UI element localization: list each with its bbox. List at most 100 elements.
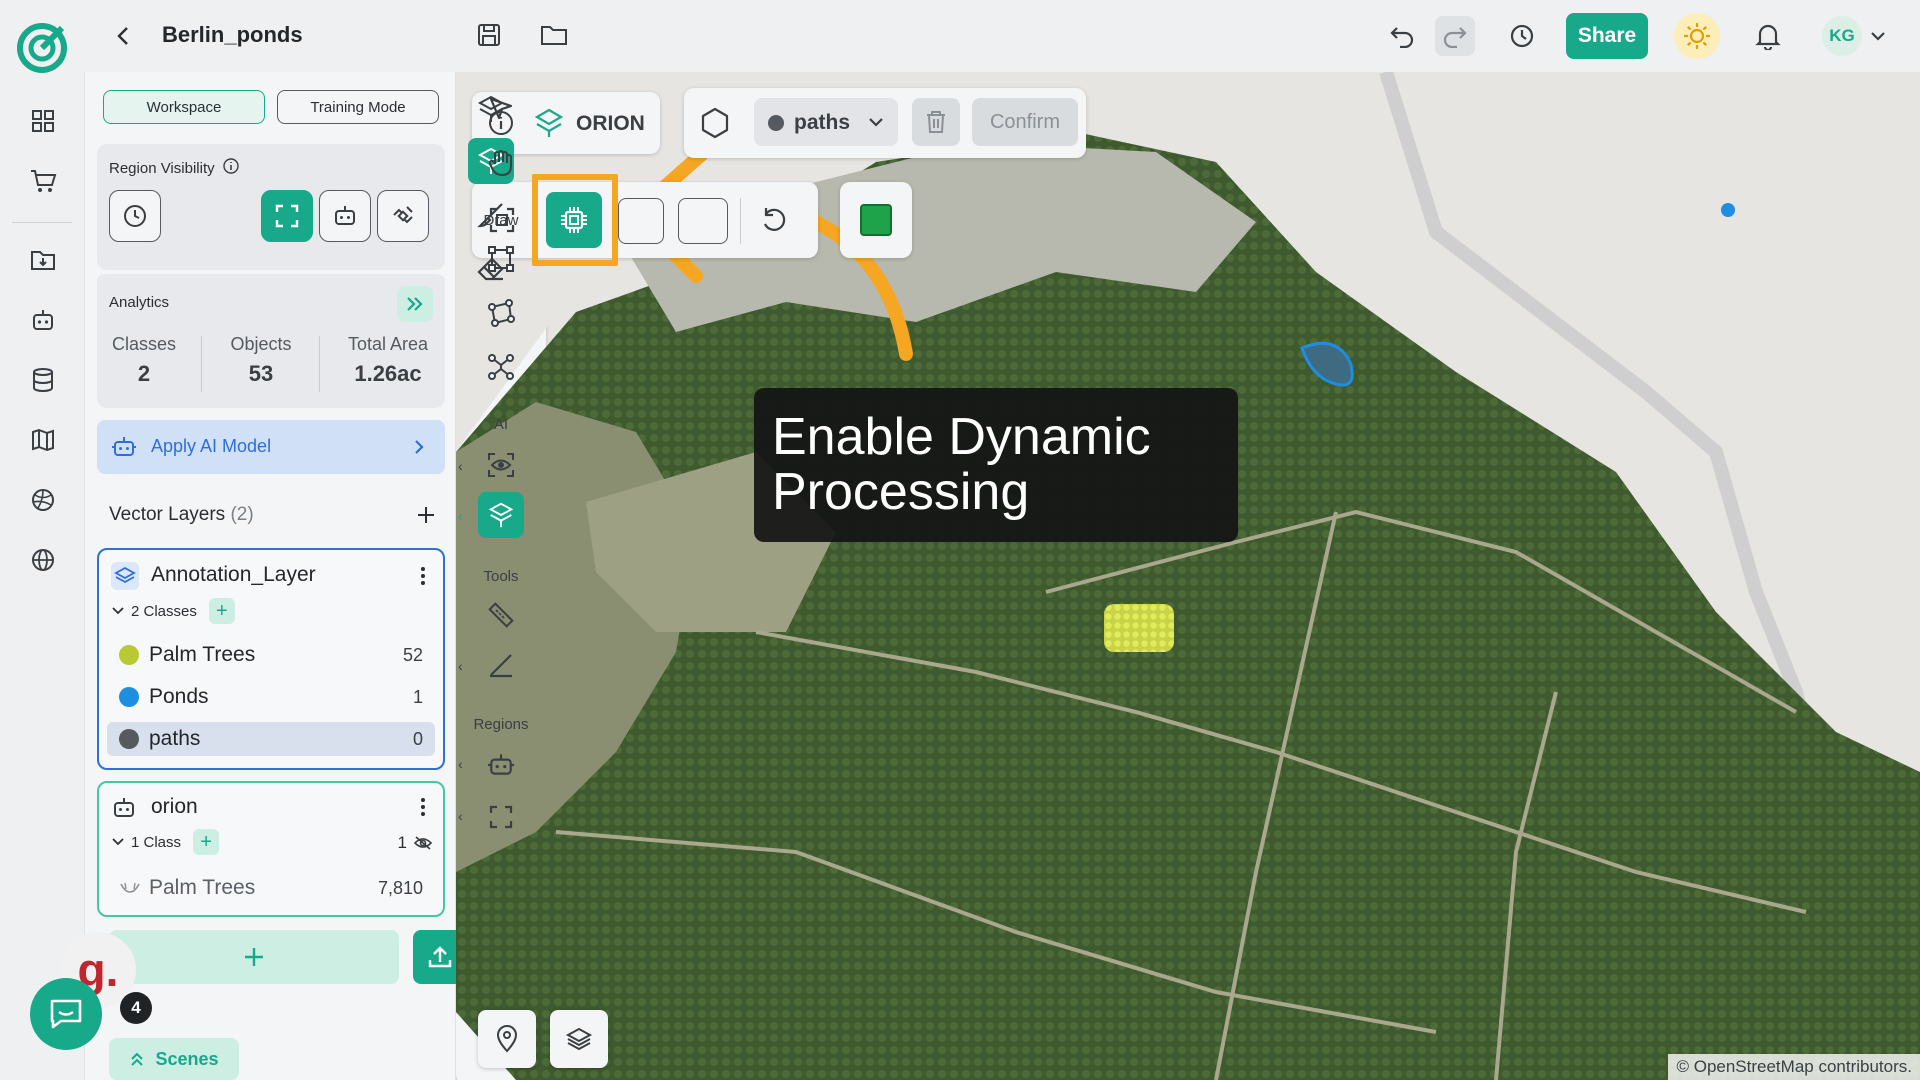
dynamic-processing-button[interactable]: [546, 192, 602, 248]
tutorial-tooltip: Enable Dynamic Processing: [754, 388, 1238, 542]
hidden-count[interactable]: 1: [398, 833, 433, 853]
tools-section-label: Tools: [483, 568, 519, 585]
globe-icon[interactable]: [26, 543, 60, 577]
history-icon[interactable]: [1502, 16, 1542, 56]
ruler-icon[interactable]: [478, 592, 524, 638]
training-mode-button[interactable]: Training Mode: [277, 90, 439, 124]
chevron-left-icon[interactable]: ‹: [458, 458, 463, 474]
ball-icon[interactable]: [26, 483, 60, 517]
scenes-label: Scenes: [155, 1048, 219, 1069]
class-row[interactable]: Palm Trees 7,810: [107, 871, 435, 905]
chevron-down-icon[interactable]: [1868, 26, 1888, 46]
location-pin-button[interactable]: [478, 1010, 536, 1068]
region-robot-icon[interactable]: [478, 742, 524, 788]
class-color-dot: [119, 645, 139, 665]
share-button[interactable]: Share: [1566, 13, 1648, 59]
redo-icon[interactable]: [1435, 16, 1475, 56]
ai-model-active-icon[interactable]: [478, 492, 524, 538]
stat-divider: [201, 336, 202, 392]
delete-button[interactable]: [912, 98, 960, 146]
more-vertical-icon[interactable]: [411, 564, 435, 588]
polygon-icon[interactable]: [698, 106, 732, 145]
chat-launcher-button[interactable]: [30, 978, 102, 1050]
hidden-count-value: 1: [397, 833, 407, 852]
rectangle-tool-icon[interactable]: [478, 236, 524, 282]
box-select-button[interactable]: [618, 198, 664, 244]
add-class-button[interactable]: +: [193, 829, 220, 855]
stat-value: 53: [248, 361, 274, 386]
map-attribution[interactable]: © OpenStreetMap contributors.: [1668, 1054, 1920, 1080]
vector-layers-count: (2): [230, 504, 254, 525]
upload-icon: [428, 946, 452, 968]
folder-icon[interactable]: [535, 16, 573, 54]
vector-tool-icon[interactable]: [478, 344, 524, 390]
region-fullscreen-icon[interactable]: [478, 794, 524, 840]
classes-toggle[interactable]: 2 Classes +: [111, 598, 235, 624]
ai-detect-icon[interactable]: [478, 442, 524, 488]
map-icon[interactable]: [26, 423, 60, 457]
undo-icon[interactable]: [1382, 16, 1422, 56]
color-picker-toolbar: [840, 182, 912, 258]
add-layer-bottom-button[interactable]: [109, 930, 399, 984]
class-count: 52: [402, 644, 423, 665]
classes-toggle[interactable]: 1 Class +: [111, 829, 220, 855]
confirm-button[interactable]: Confirm: [972, 98, 1078, 146]
add-layer-button[interactable]: [409, 498, 443, 532]
sun-icon[interactable]: [1674, 13, 1720, 59]
cart-icon[interactable]: [26, 164, 60, 198]
stat-divider: [319, 336, 320, 392]
robot-region-button[interactable]: [319, 190, 371, 242]
map-canvas[interactable]: ORION paths Confirm Enable Dynamic Proce…: [456, 72, 1920, 1080]
apply-ai-model-button[interactable]: Apply AI Model: [97, 420, 445, 474]
robot-icon[interactable]: [26, 303, 60, 337]
layer-card-annotation[interactable]: Annotation_Layer 2 Classes + Palm Trees …: [97, 548, 445, 770]
bell-icon[interactable]: [1748, 16, 1788, 56]
dashboard-icon[interactable]: [26, 104, 60, 138]
app-logo[interactable]: [16, 22, 68, 74]
database-icon[interactable]: [26, 363, 60, 397]
chevron-left-icon[interactable]: ‹: [458, 756, 463, 772]
class-name: paths: [149, 727, 201, 750]
cursor-icon[interactable]: [478, 86, 524, 132]
info-icon[interactable]: [222, 158, 239, 178]
layer-name[interactable]: Annotation_Layer: [151, 563, 316, 587]
class-row-selected[interactable]: paths 0: [107, 722, 435, 756]
hand-icon[interactable]: [478, 140, 524, 186]
save-icon[interactable]: [470, 16, 508, 54]
class-dropdown[interactable]: paths: [754, 98, 898, 146]
class-row[interactable]: Palm Trees 52: [107, 638, 435, 672]
chevrons-right-icon[interactable]: [397, 286, 433, 322]
chevron-left-icon[interactable]: ‹: [458, 808, 463, 824]
class-color-swatch[interactable]: [860, 204, 892, 236]
chat-icon: [50, 999, 82, 1029]
class-count: 0: [412, 728, 423, 749]
class-count: 7,810: [377, 877, 423, 898]
eye-off-icon: [413, 836, 433, 850]
apply-ai-model-label: Apply AI Model: [151, 436, 272, 456]
chevron-down-icon: [112, 838, 124, 846]
layer-name[interactable]: orion: [151, 795, 198, 819]
chevron-left-icon[interactable]: ‹: [458, 658, 463, 674]
add-class-button[interactable]: +: [208, 598, 235, 624]
classes-count-label: 1 Class: [131, 833, 182, 851]
pen-tool-icon[interactable]: [478, 642, 524, 688]
polygon-tool-icon[interactable]: [478, 290, 524, 336]
rotate-ccw-icon[interactable]: [760, 206, 788, 239]
chevron-right-icon: [413, 438, 425, 461]
more-vertical-icon[interactable]: [411, 795, 435, 819]
user-avatar[interactable]: KG: [1822, 16, 1862, 56]
folder-download-icon[interactable]: [26, 243, 60, 277]
satellite-region-button[interactable]: [377, 190, 429, 242]
fullscreen-region-button[interactable]: [261, 190, 313, 242]
class-selector-toolbar: paths Confirm: [684, 88, 1086, 158]
scenes-button[interactable]: Scenes: [109, 1038, 239, 1080]
timeline-region-button[interactable]: [109, 190, 161, 242]
back-icon[interactable]: [106, 18, 142, 54]
plus-icon: [245, 948, 263, 966]
class-row[interactable]: Ponds 1: [107, 680, 435, 714]
workspace-button[interactable]: Workspace: [103, 90, 265, 124]
layers-button[interactable]: [550, 1010, 608, 1068]
layer-card-orion[interactable]: orion 1 Class + 1 Palm Trees 7,810: [97, 781, 445, 917]
grid-select-button[interactable]: [678, 198, 728, 244]
chevron-left-icon[interactable]: ‹: [458, 508, 463, 524]
